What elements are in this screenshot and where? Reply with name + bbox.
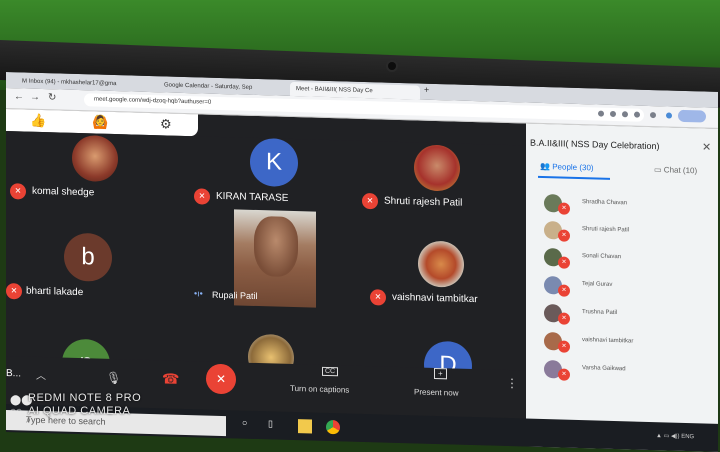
settings-icon[interactable]: ⚙ bbox=[160, 116, 172, 132]
participant-name: Rupali Patil bbox=[212, 289, 258, 302]
profile-button[interactable] bbox=[678, 109, 706, 123]
back-icon[interactable]: ← bbox=[14, 91, 24, 102]
participant-name: Shruti rajesh Patil bbox=[384, 195, 463, 209]
mic-off-icon: ✕ bbox=[362, 192, 378, 210]
extension-icon[interactable] bbox=[634, 111, 640, 118]
tab-people[interactable]: 👥 People (30) bbox=[540, 162, 594, 172]
mic-off-icon: ✕ bbox=[194, 188, 210, 205]
mic-off-icon: ✕ bbox=[10, 183, 26, 200]
chrome-icon[interactable] bbox=[326, 419, 340, 435]
meeting-code[interactable]: B... bbox=[6, 368, 21, 379]
participant-name: Shruti rajesh Patil bbox=[582, 226, 630, 234]
mic-icon[interactable]: 🎙 bbox=[106, 371, 121, 385]
new-tab-icon[interactable]: + bbox=[424, 85, 429, 95]
watermark-line: AI QUAD CAMERA bbox=[28, 405, 131, 417]
captions-icon[interactable]: CC bbox=[322, 366, 339, 377]
mic-off-icon: ✕ bbox=[558, 340, 570, 353]
avatar: b bbox=[64, 232, 112, 282]
participant-name: Sonali Chavan bbox=[582, 253, 622, 261]
end-call-icon[interactable]: ☎ bbox=[162, 370, 179, 387]
meeting-title: B.A.II&III( NSS Day Celebration) bbox=[530, 137, 660, 152]
close-icon[interactable]: ✕ bbox=[702, 140, 711, 153]
participant-name: komal shedge bbox=[32, 185, 95, 199]
speaking-indicator-icon: •ı• bbox=[194, 288, 203, 299]
mic-off-icon: ✕ bbox=[558, 368, 570, 381]
tab-people-label: People (30) bbox=[552, 162, 594, 173]
mic-off-icon: ✕ bbox=[558, 312, 570, 325]
participant-name: Tejal Gurav bbox=[582, 281, 613, 288]
people-panel: B.A.II&III( NSS Day Celebration) ✕ 👥 Peo… bbox=[526, 123, 718, 452]
watermark-line: REDMI NOTE 8 PRO bbox=[28, 392, 142, 404]
system-tray[interactable]: ▲ ▭ ◀)) ENG bbox=[656, 432, 694, 440]
avatar bbox=[72, 134, 118, 183]
mic-off-icon: ✕ bbox=[558, 256, 570, 269]
task-view-icon[interactable]: ○ bbox=[242, 418, 256, 432]
extension-icon[interactable] bbox=[622, 111, 628, 118]
tab-chat-label: Chat (10) bbox=[663, 165, 698, 176]
extension-icon[interactable] bbox=[598, 110, 604, 117]
tab-chat[interactable]: ▭ Chat (10) bbox=[654, 165, 697, 175]
active-tab-indicator bbox=[538, 175, 610, 180]
emoji-icon[interactable]: 🙆 bbox=[92, 114, 108, 130]
extension-icon[interactable] bbox=[650, 111, 656, 119]
mic-off-icon: ✕ bbox=[558, 229, 570, 242]
camera-watermark: REDMI NOTE 8 PRO AI QUAD CAMERA bbox=[28, 392, 141, 418]
avatar bbox=[418, 240, 464, 288]
chevron-up-icon[interactable]: ︿ bbox=[36, 367, 46, 382]
thumbs-up-icon[interactable]: 👍 bbox=[30, 113, 46, 129]
mic-off-icon: ✕ bbox=[558, 202, 570, 215]
participant-name: vaishnavi tambitkar bbox=[582, 337, 634, 345]
extension-icon[interactable] bbox=[666, 112, 672, 119]
file-explorer-icon[interactable] bbox=[298, 419, 312, 434]
forward-icon[interactable]: → bbox=[30, 92, 40, 103]
mic-off-icon: ✕ bbox=[6, 283, 22, 300]
present-button[interactable]: Present now bbox=[414, 387, 458, 397]
reload-icon[interactable]: ↻ bbox=[48, 92, 56, 103]
avatar bbox=[414, 144, 460, 192]
extension-icon[interactable] bbox=[610, 110, 616, 118]
more-options-icon[interactable]: ⋮ bbox=[506, 376, 518, 390]
participant-name: vaishnavi tambitkar bbox=[392, 291, 478, 306]
participant-name: bharti lakade bbox=[26, 285, 84, 299]
participant-name: Varsha Gaikwad bbox=[582, 365, 626, 373]
participant-name: Shradha Chavan bbox=[582, 199, 628, 207]
participant-name: KIRAN TARASE bbox=[216, 190, 289, 204]
chat-icon: ▭ bbox=[654, 165, 662, 175]
webcam-lens bbox=[388, 62, 396, 70]
camera-off-button[interactable]: ✕ bbox=[206, 363, 236, 395]
avatar: K bbox=[250, 137, 298, 188]
mic-off-icon: ✕ bbox=[558, 284, 570, 297]
present-icon[interactable]: + bbox=[434, 367, 447, 380]
cortana-icon[interactable]: ▯ bbox=[268, 418, 282, 432]
participant-name: Trushna Patil bbox=[582, 309, 618, 317]
people-icon: 👥 bbox=[540, 161, 550, 172]
captions-button[interactable]: Turn on captions bbox=[290, 384, 349, 395]
mic-off-icon: ✕ bbox=[370, 289, 386, 306]
